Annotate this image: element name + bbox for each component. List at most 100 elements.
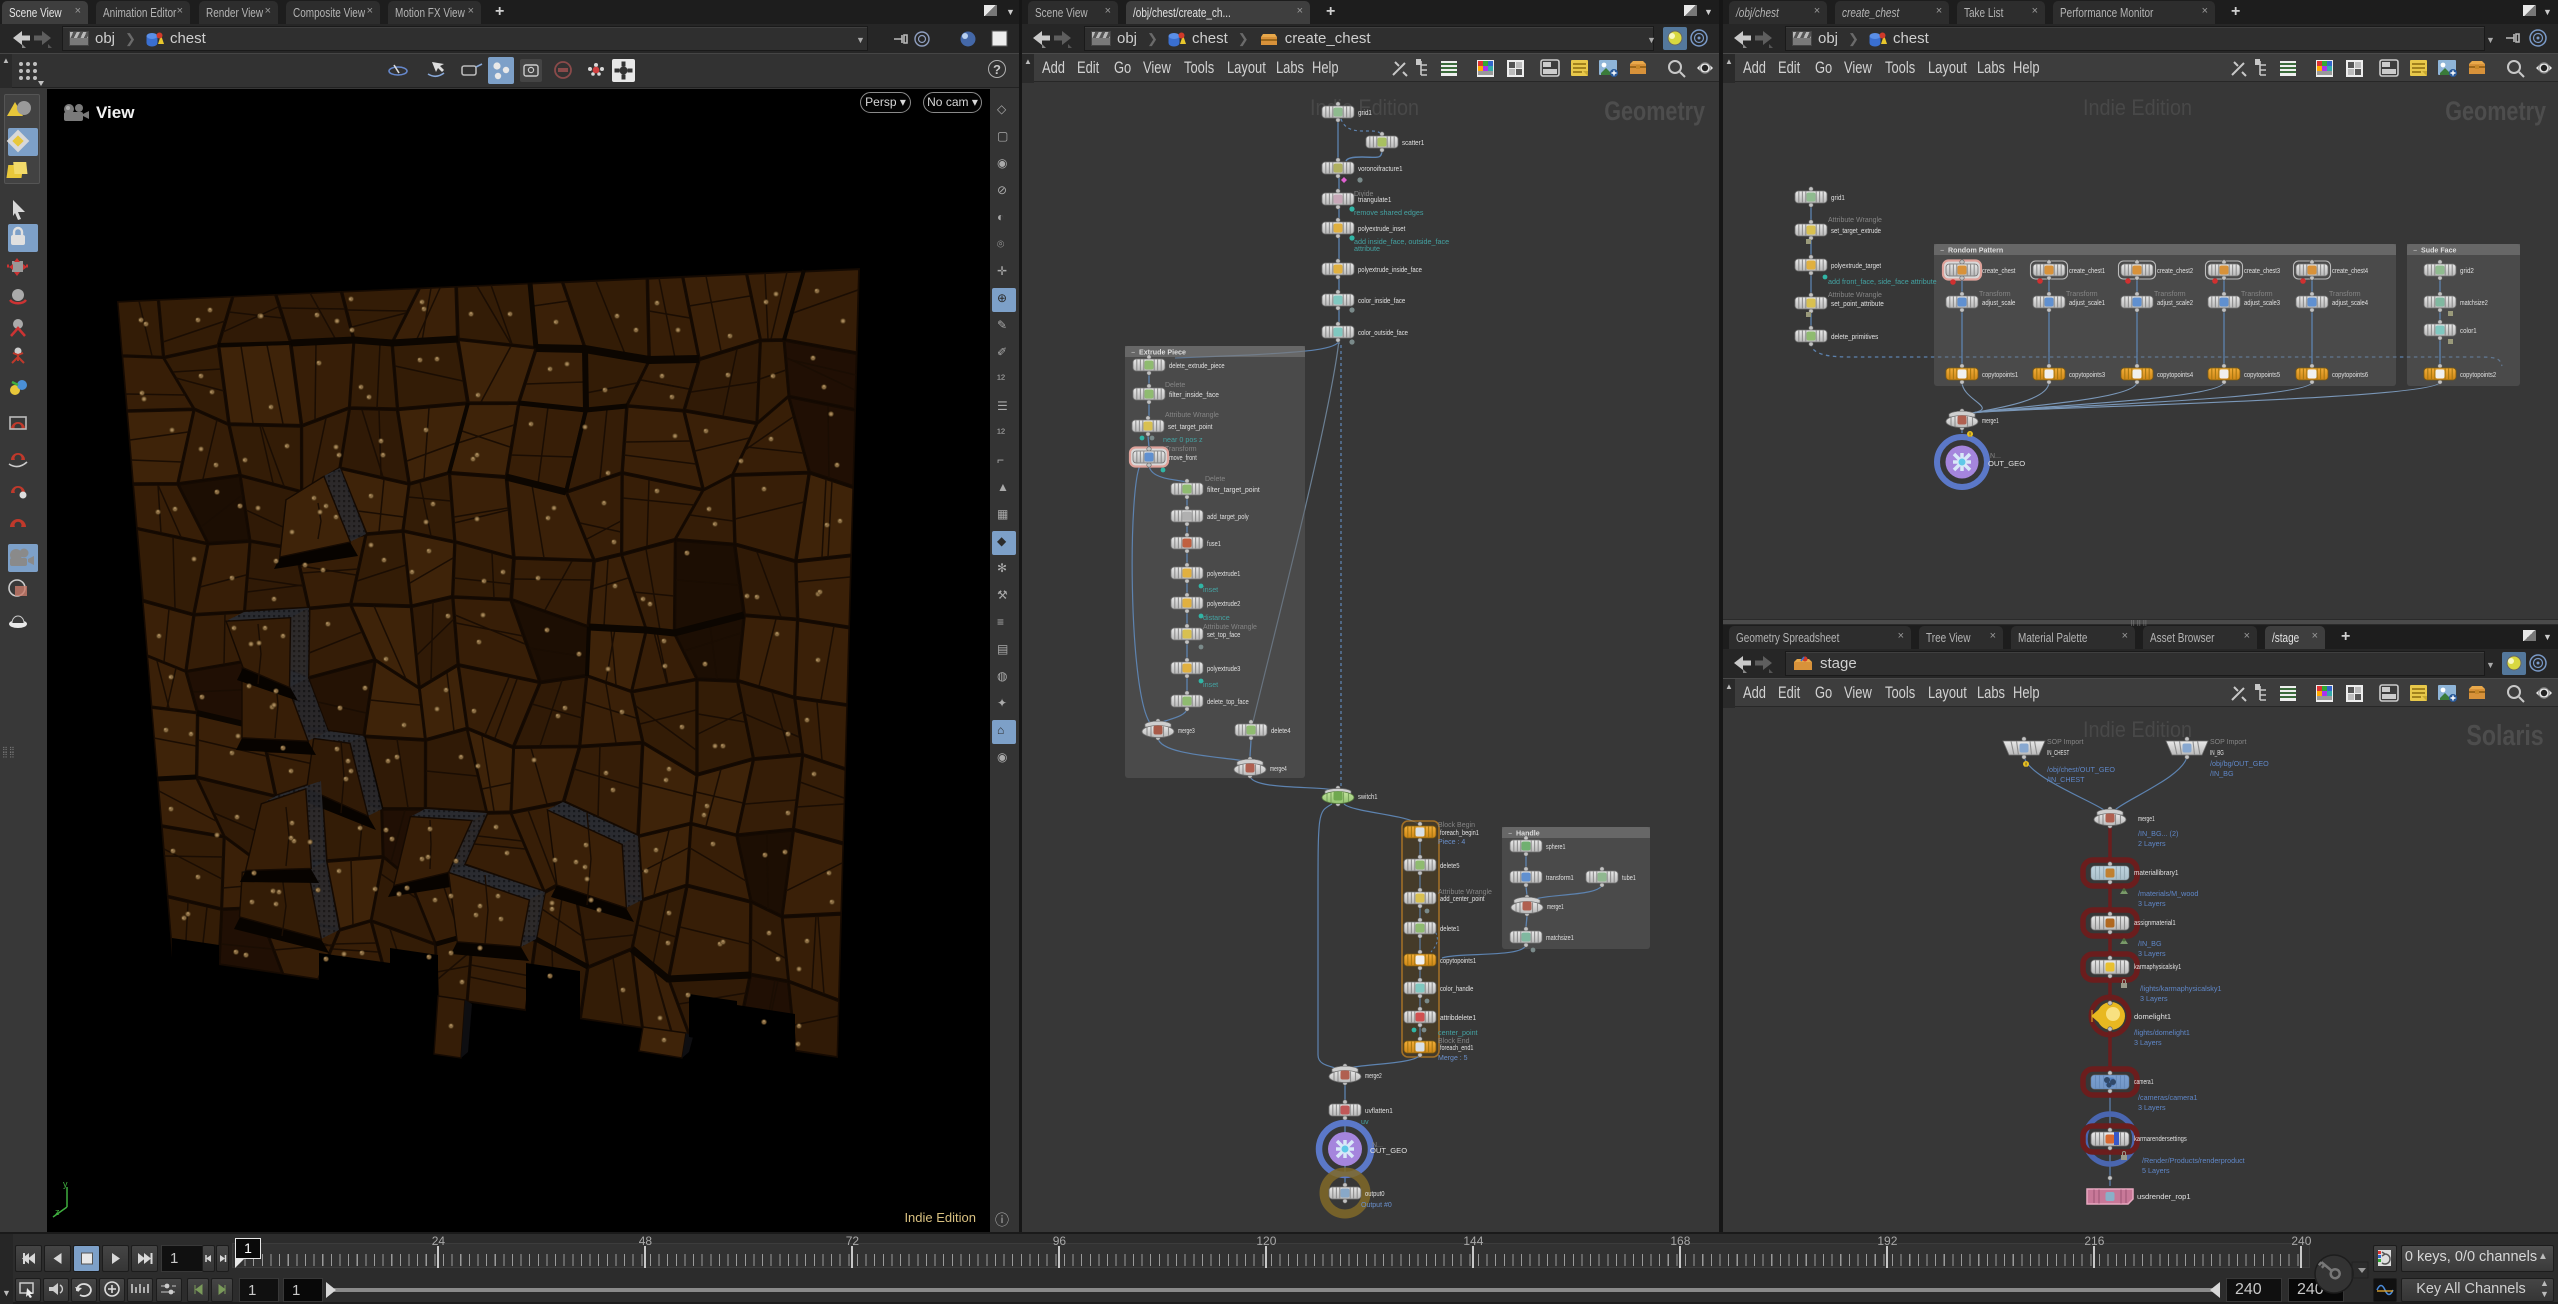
svg-text:Attribute Wrangle: Attribute Wrangle (1165, 412, 1219, 419)
svg-text:color1: color1 (2460, 326, 2477, 335)
svg-text:OUT_GEO: OUT_GEO (1370, 1146, 1407, 1155)
svg-text:attribute: attribute (1354, 244, 1380, 253)
svg-text:domelight1: domelight1 (2134, 1012, 2171, 1021)
svg-text:Output #0: Output #0 (1361, 1202, 1392, 1209)
svg-text:5 Layers: 5 Layers (2142, 1166, 2170, 1175)
svg-text:/obj/bg/OUT_GEO: /obj/bg/OUT_GEO (2210, 759, 2269, 768)
svg-text:/Render/Products/renderproduct: /Render/Products/renderproduct (2142, 1156, 2245, 1165)
svg-text:polyextrude_inset: polyextrude_inset (1358, 224, 1406, 233)
svg-text:add_target_poly: add_target_poly (1207, 512, 1249, 521)
svg-text:adjust_scale1: adjust_scale1 (2069, 298, 2105, 307)
svg-text:−: − (1508, 831, 1512, 838)
svg-text:usdrender_rop1: usdrender_rop1 (2137, 1192, 2191, 1201)
svg-text:OUT_GEO: OUT_GEO (1988, 459, 2025, 468)
svg-text:adjust_scale3: adjust_scale3 (2244, 298, 2280, 307)
svg-text:y: y (63, 1179, 68, 1189)
svg-text:delete5: delete5 (1440, 861, 1460, 870)
svg-text:delete_top_face: delete_top_face (1207, 697, 1249, 706)
svg-text:Transform: Transform (2329, 291, 2361, 298)
svg-text:Transform: Transform (2066, 291, 2098, 298)
svg-text:tube1: tube1 (1622, 873, 1636, 882)
svg-text:foreach_begin1: foreach_begin1 (1440, 828, 1479, 837)
svg-text:Transform: Transform (1979, 291, 2011, 298)
svg-text:copytopoints3: copytopoints3 (2069, 370, 2105, 379)
svg-text:delete_extrude_piece: delete_extrude_piece (1169, 361, 1225, 370)
svg-text:output0: output0 (1365, 1189, 1385, 1198)
svg-text:−: − (1940, 248, 1944, 255)
svg-text:create_chest4: create_chest4 (2332, 266, 2368, 275)
svg-text:foreach_end1: foreach_end1 (1440, 1043, 1473, 1052)
svg-text:camera1: camera1 (2134, 1077, 2154, 1086)
svg-text:SOP Import: SOP Import (2210, 739, 2246, 746)
svg-text:copytopoints1: copytopoints1 (1982, 370, 2018, 379)
svg-text:Delete: Delete (1165, 382, 1185, 389)
svg-text:Handle: Handle (1516, 830, 1540, 838)
svg-text:copytopoints4: copytopoints4 (2157, 370, 2193, 379)
svg-text:IN_CHEST: IN_CHEST (2047, 748, 2069, 757)
svg-text:−: − (2413, 248, 2417, 255)
svg-text:merge1: merge1 (1982, 416, 1999, 425)
svg-text:set_target_point: set_target_point (1168, 422, 1213, 431)
svg-text:3 Layers: 3 Layers (2140, 994, 2168, 1003)
svg-text:move_front: move_front (1169, 453, 1197, 462)
svg-text:grid1: grid1 (1831, 193, 1845, 202)
svg-text:Transform: Transform (2154, 291, 2186, 298)
svg-text:karmarendersettings: karmarendersettings (2134, 1134, 2187, 1143)
svg-text:filter_inside_face: filter_inside_face (1169, 390, 1219, 399)
svg-text:transform1: transform1 (1546, 873, 1574, 882)
svg-text:Rondom Pattern: Rondom Pattern (1948, 247, 2003, 255)
svg-text:grid2: grid2 (2460, 266, 2474, 275)
svg-text:delete1: delete1 (1440, 924, 1460, 933)
svg-text:SOP Import: SOP Import (2047, 739, 2083, 746)
svg-text:sphere1: sphere1 (1546, 842, 1566, 851)
svg-text:Transform: Transform (1165, 446, 1197, 453)
svg-text:set_point_attribute: set_point_attribute (1831, 299, 1884, 308)
svg-text:color_outside_face: color_outside_face (1358, 328, 1408, 337)
svg-text:add_center_point: add_center_point (1440, 894, 1485, 903)
svg-text:set_top_face: set_top_face (1207, 630, 1240, 639)
svg-text:center_point: center_point (1438, 1028, 1478, 1037)
svg-text:assignmaterial1: assignmaterial1 (2134, 918, 2176, 927)
svg-text:IN_BG: IN_BG (2210, 748, 2224, 757)
svg-text:Sude Face: Sude Face (2421, 247, 2457, 255)
svg-text:adjust_scale4: adjust_scale4 (2332, 298, 2368, 307)
svg-text:delete_primitives: delete_primitives (1831, 332, 1878, 341)
svg-text:!: ! (1969, 433, 1971, 439)
svg-text:matchsize2: matchsize2 (2460, 298, 2488, 307)
svg-text:Piece : 4: Piece : 4 (1438, 839, 1465, 846)
svg-text:color_handle: color_handle (1440, 984, 1473, 993)
svg-text:3 Layers: 3 Layers (2138, 1103, 2166, 1112)
svg-text:delete4: delete4 (1271, 726, 1291, 735)
svg-text:attribdelete1: attribdelete1 (1440, 1013, 1476, 1022)
svg-text:add front_face, side_face attr: add front_face, side_face attribute (1828, 277, 1937, 286)
svg-text:/IN_BG: /IN_BG (2138, 939, 2162, 948)
svg-text:distance: distance (1203, 613, 1230, 622)
svg-text:merge4: merge4 (1270, 764, 1287, 773)
svg-text:switch1: switch1 (1358, 792, 1378, 801)
svg-text:/obj/chest/OUT_GEO: /obj/chest/OUT_GEO (2047, 765, 2115, 774)
svg-text:polyextrude_target: polyextrude_target (1831, 261, 1882, 270)
svg-text:color_inside_face: color_inside_face (1358, 296, 1405, 305)
svg-text:copytopoints1: copytopoints1 (1440, 956, 1476, 965)
svg-text:Transform: Transform (2241, 291, 2273, 298)
svg-text:merge2: merge2 (1365, 1071, 1382, 1080)
svg-text:/materials/M_wood: /materials/M_wood (2138, 889, 2198, 898)
svg-text:Merge : 5: Merge : 5 (1438, 1055, 1468, 1062)
svg-text:adjust_scale2: adjust_scale2 (2157, 298, 2193, 307)
svg-text:materiallibrary1: materiallibrary1 (2134, 868, 2179, 877)
svg-text:uvflatten1: uvflatten1 (1365, 1106, 1393, 1115)
svg-text:!: ! (2025, 763, 2027, 769)
svg-text:adjust_scale: adjust_scale (1982, 298, 2015, 307)
svg-text:grid1: grid1 (1358, 108, 1372, 117)
svg-text:3 Layers: 3 Layers (2134, 1038, 2162, 1047)
svg-text:polyextrude_inside_face: polyextrude_inside_face (1358, 265, 1422, 274)
svg-text:2 Layers: 2 Layers (2138, 839, 2166, 848)
svg-text:copytopoints5: copytopoints5 (2244, 370, 2280, 379)
svg-text:set_target_extrude: set_target_extrude (1831, 226, 1881, 235)
svg-text:triangulate1: triangulate1 (1358, 195, 1391, 204)
svg-text:inset: inset (1203, 680, 1218, 689)
svg-text:z: z (55, 1207, 60, 1217)
svg-text:polyextrude3: polyextrude3 (1207, 664, 1240, 673)
svg-text:voronoifracture1: voronoifracture1 (1358, 164, 1403, 173)
svg-text:create_chest: create_chest (1982, 266, 2016, 275)
